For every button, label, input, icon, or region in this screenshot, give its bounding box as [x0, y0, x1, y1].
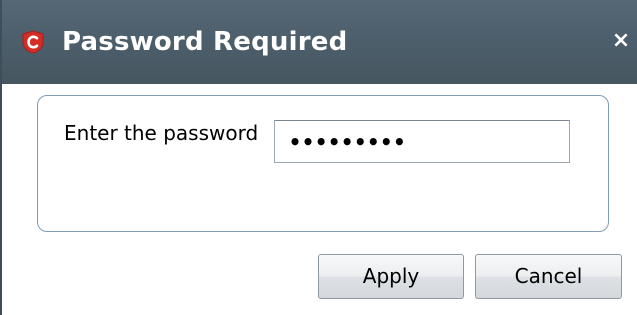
- apply-button[interactable]: Apply: [318, 254, 464, 299]
- password-required-dialog: Password Required × Enter the password A…: [0, 0, 637, 315]
- password-input[interactable]: [274, 120, 570, 163]
- password-panel: [37, 95, 609, 232]
- password-label: Enter the password: [64, 121, 259, 145]
- comodo-shield-icon: [22, 30, 44, 54]
- cancel-button[interactable]: Cancel: [475, 254, 622, 299]
- title-bar[interactable]: Password Required ×: [2, 0, 637, 84]
- dialog-title: Password Required: [62, 27, 348, 57]
- close-button[interactable]: ×: [606, 26, 636, 56]
